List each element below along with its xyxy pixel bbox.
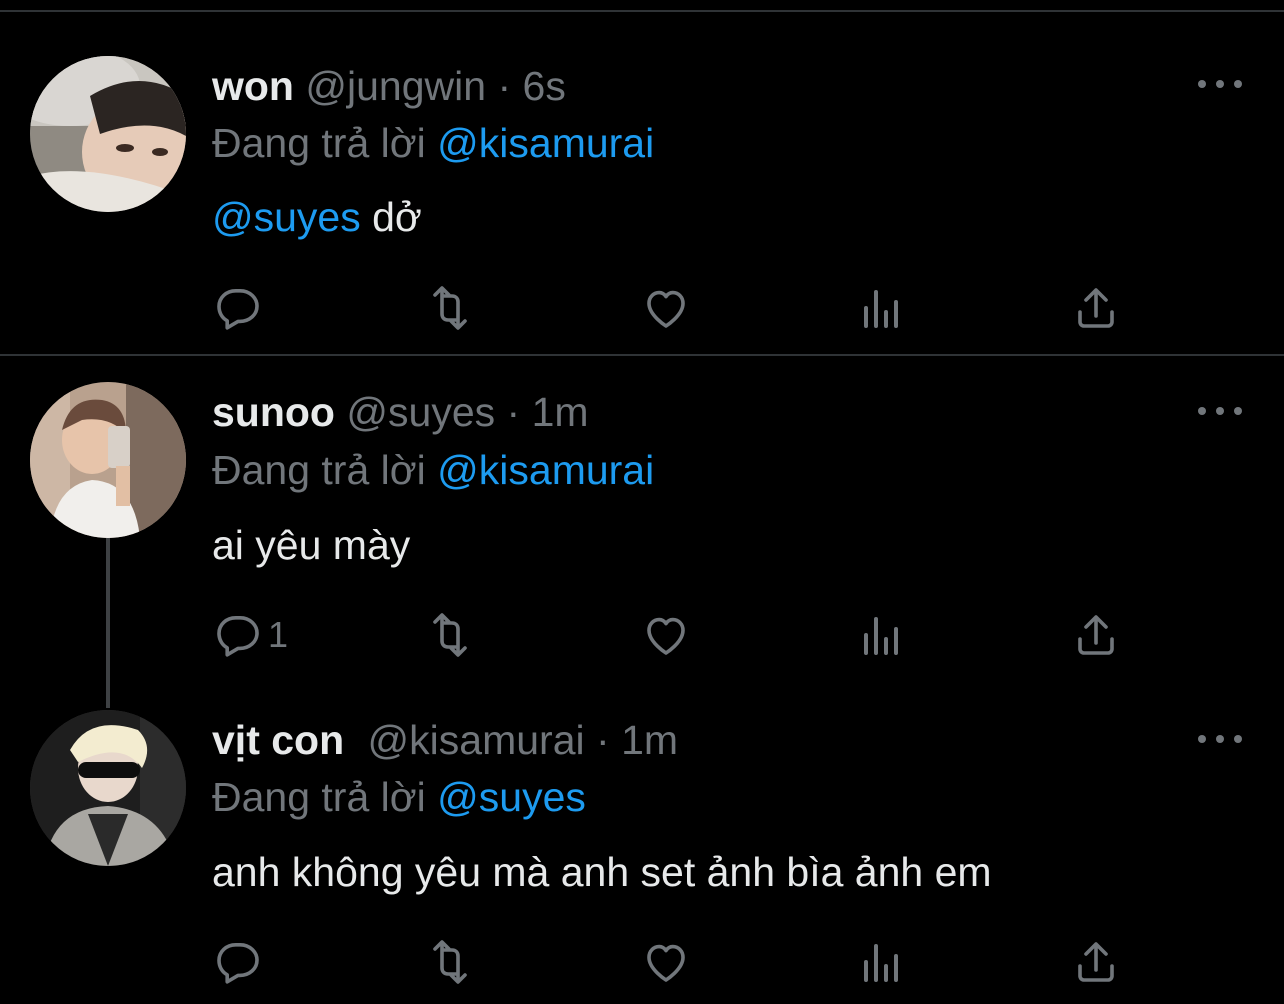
replying-to-mention[interactable]: @kisamurai [437,447,654,493]
display-name[interactable]: won [212,63,294,109]
more-options-icon[interactable] [1198,729,1242,749]
tweet-text: @suyes dở [212,192,422,242]
action-bar [0,937,1284,987]
body-text: anh không yêu mà anh set ảnh bìa ảnh em [212,849,992,895]
retweet-icon [433,286,467,330]
body-mention[interactable]: @suyes [212,194,361,240]
reply-button[interactable]: 1 [214,610,288,660]
display-name[interactable]: vịt con [212,717,344,763]
replying-to-label: Đang trả lời [212,120,426,166]
replying-to-line: Đang trả lời @kisamurai [212,118,654,168]
like-button[interactable] [642,937,690,987]
reply-icon [217,616,259,657]
retweet-button[interactable] [426,283,474,333]
retweet-icon [433,940,467,984]
replying-to-line: Đang trả lời @suyes [212,772,586,822]
avatar-photo-won [30,56,186,212]
analytics-button[interactable] [858,283,906,333]
tweet-thread-page: won @jungwin · 6s Đang trả lời @kisamura… [0,0,1284,1004]
share-icon [1078,615,1114,655]
reply-button[interactable] [214,937,262,987]
replying-to-mention[interactable]: @suyes [437,774,586,820]
timestamp[interactable]: 1m [621,717,678,763]
user-handle[interactable]: @kisamurai [368,717,585,763]
user-handle[interactable]: @jungwin [305,63,486,109]
tweet-header: sunoo @suyes · 1m [212,387,589,437]
like-icon [647,617,685,655]
like-icon [647,290,685,328]
tweet-header: won @jungwin · 6s [212,61,566,111]
avatar-photo-vit-con [30,710,186,866]
replying-to-mention[interactable]: @kisamurai [437,120,654,166]
share-icon [1078,942,1114,982]
replying-to-line: Đang trả lời @kisamurai [212,445,654,495]
avatar[interactable] [30,56,186,212]
tweet-text: ai yêu mày [212,520,410,570]
retweet-button[interactable] [426,610,474,660]
more-options-icon[interactable] [1198,74,1242,94]
more-options-icon[interactable] [1198,401,1242,421]
reply-button[interactable] [214,283,262,333]
analytics-icon [864,290,898,328]
retweet-icon [433,613,467,657]
body-text: dở [360,194,422,240]
like-icon [647,944,685,982]
replying-to-label: Đang trả lời [212,447,426,493]
share-button[interactable] [1072,937,1120,987]
action-bar [0,283,1284,333]
tweet-divider [0,354,1284,356]
analytics-button[interactable] [858,610,906,660]
avatar[interactable] [30,382,186,538]
separator-dot: · [497,63,512,109]
tweet-text: anh không yêu mà anh set ảnh bìa ảnh em [212,847,992,897]
reply-icon [217,289,259,330]
tweet-header: vịt con @kisamurai · 1m [212,715,678,765]
avatar-photo-sunoo [30,382,186,538]
top-divider [0,10,1284,12]
user-handle[interactable]: @suyes [346,389,495,435]
share-icon [1078,288,1114,328]
analytics-icon [864,944,898,982]
avatar[interactable] [30,710,186,866]
like-button[interactable] [642,283,690,333]
analytics-icon [864,617,898,655]
reply-icon [217,943,259,984]
timestamp[interactable]: 1m [532,389,589,435]
analytics-button[interactable] [858,937,906,987]
timestamp[interactable]: 6s [523,63,566,109]
retweet-button[interactable] [426,937,474,987]
share-button[interactable] [1072,283,1120,333]
share-button[interactable] [1072,610,1120,660]
like-button[interactable] [642,610,690,660]
display-name[interactable]: sunoo [212,389,335,435]
replying-to-label: Đang trả lời [212,774,426,820]
separator-dot: · [506,389,521,435]
separator-dot: · [596,717,610,763]
body-text: ai yêu mày [212,522,411,568]
action-bar: 1 [0,610,1284,660]
reply-count: 1 [268,614,289,655]
